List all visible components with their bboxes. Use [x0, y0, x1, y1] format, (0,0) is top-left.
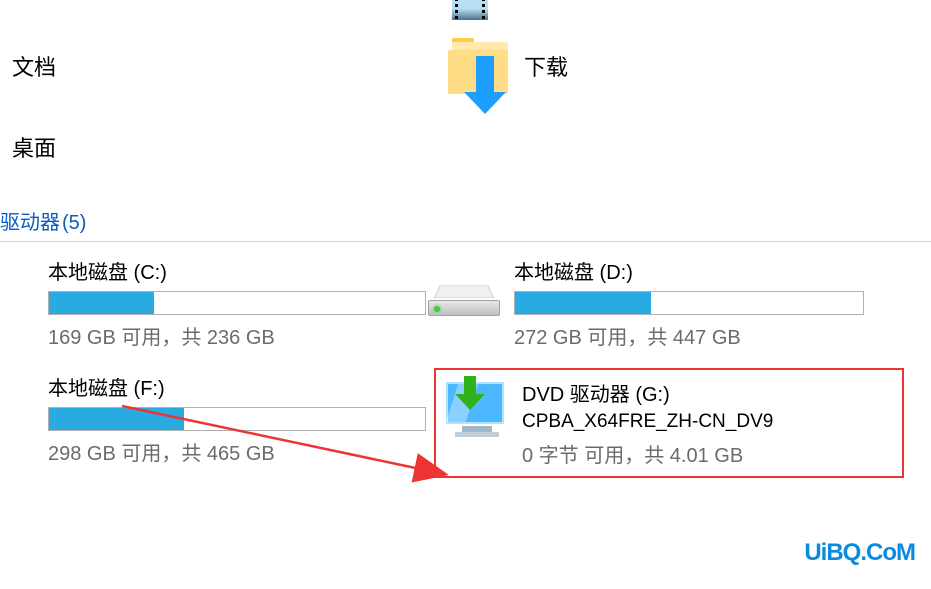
- downloads-folder[interactable]: 下载: [448, 38, 828, 94]
- section-divider: [0, 241, 931, 242]
- drive-g-status: 0 字节 可用，共 4.01 GB: [522, 439, 892, 468]
- dvd-install-icon: [446, 382, 508, 444]
- drive-c-status: 169 GB 可用，共 236 GB: [48, 321, 426, 350]
- drive-f[interactable]: 本地磁盘 (F:) 298 GB 可用，共 465 GB: [0, 368, 430, 478]
- watermark: UiBQ.CoM: [804, 539, 915, 567]
- drives-section-header[interactable]: 驱动器 (5): [0, 206, 931, 235]
- drive-f-usage-bar: [48, 407, 426, 431]
- desktop-folder[interactable]: 桌面: [0, 124, 360, 170]
- downloads-label: 下载: [524, 50, 568, 82]
- downloads-folder-icon: [448, 38, 512, 94]
- drive-d[interactable]: 本地磁盘 (D:) 272 GB 可用，共 447 GB: [434, 252, 904, 354]
- drive-g-label: CPBA_X64FRE_ZH-CN_DV9: [522, 411, 892, 433]
- drive-c-usage-bar: [48, 291, 426, 315]
- drive-c-name: 本地磁盘 (C:): [48, 256, 426, 285]
- drive-g-dvd[interactable]: DVD 驱动器 (G:) CPBA_X64FRE_ZH-CN_DV9 0 字节 …: [434, 368, 904, 478]
- section-title: 驱动器: [0, 206, 60, 235]
- drive-f-status: 298 GB 可用，共 465 GB: [48, 437, 426, 466]
- drive-d-name: 本地磁盘 (D:): [514, 256, 900, 285]
- videos-folder-icon-partial: [452, 0, 488, 20]
- documents-label: 文档: [12, 50, 56, 82]
- drive-c[interactable]: 本地磁盘 (C:) 169 GB 可用，共 236 GB: [0, 252, 430, 354]
- drive-d-usage-bar: [514, 291, 864, 315]
- hdd-icon: [428, 274, 500, 322]
- desktop-label: 桌面: [12, 131, 56, 163]
- drive-g-name: DVD 驱动器 (G:): [522, 378, 892, 407]
- drive-d-status: 272 GB 可用，共 447 GB: [514, 321, 900, 350]
- section-count: (5): [62, 212, 86, 235]
- drive-f-name: 本地磁盘 (F:): [48, 372, 426, 401]
- documents-folder[interactable]: 文档: [0, 38, 360, 94]
